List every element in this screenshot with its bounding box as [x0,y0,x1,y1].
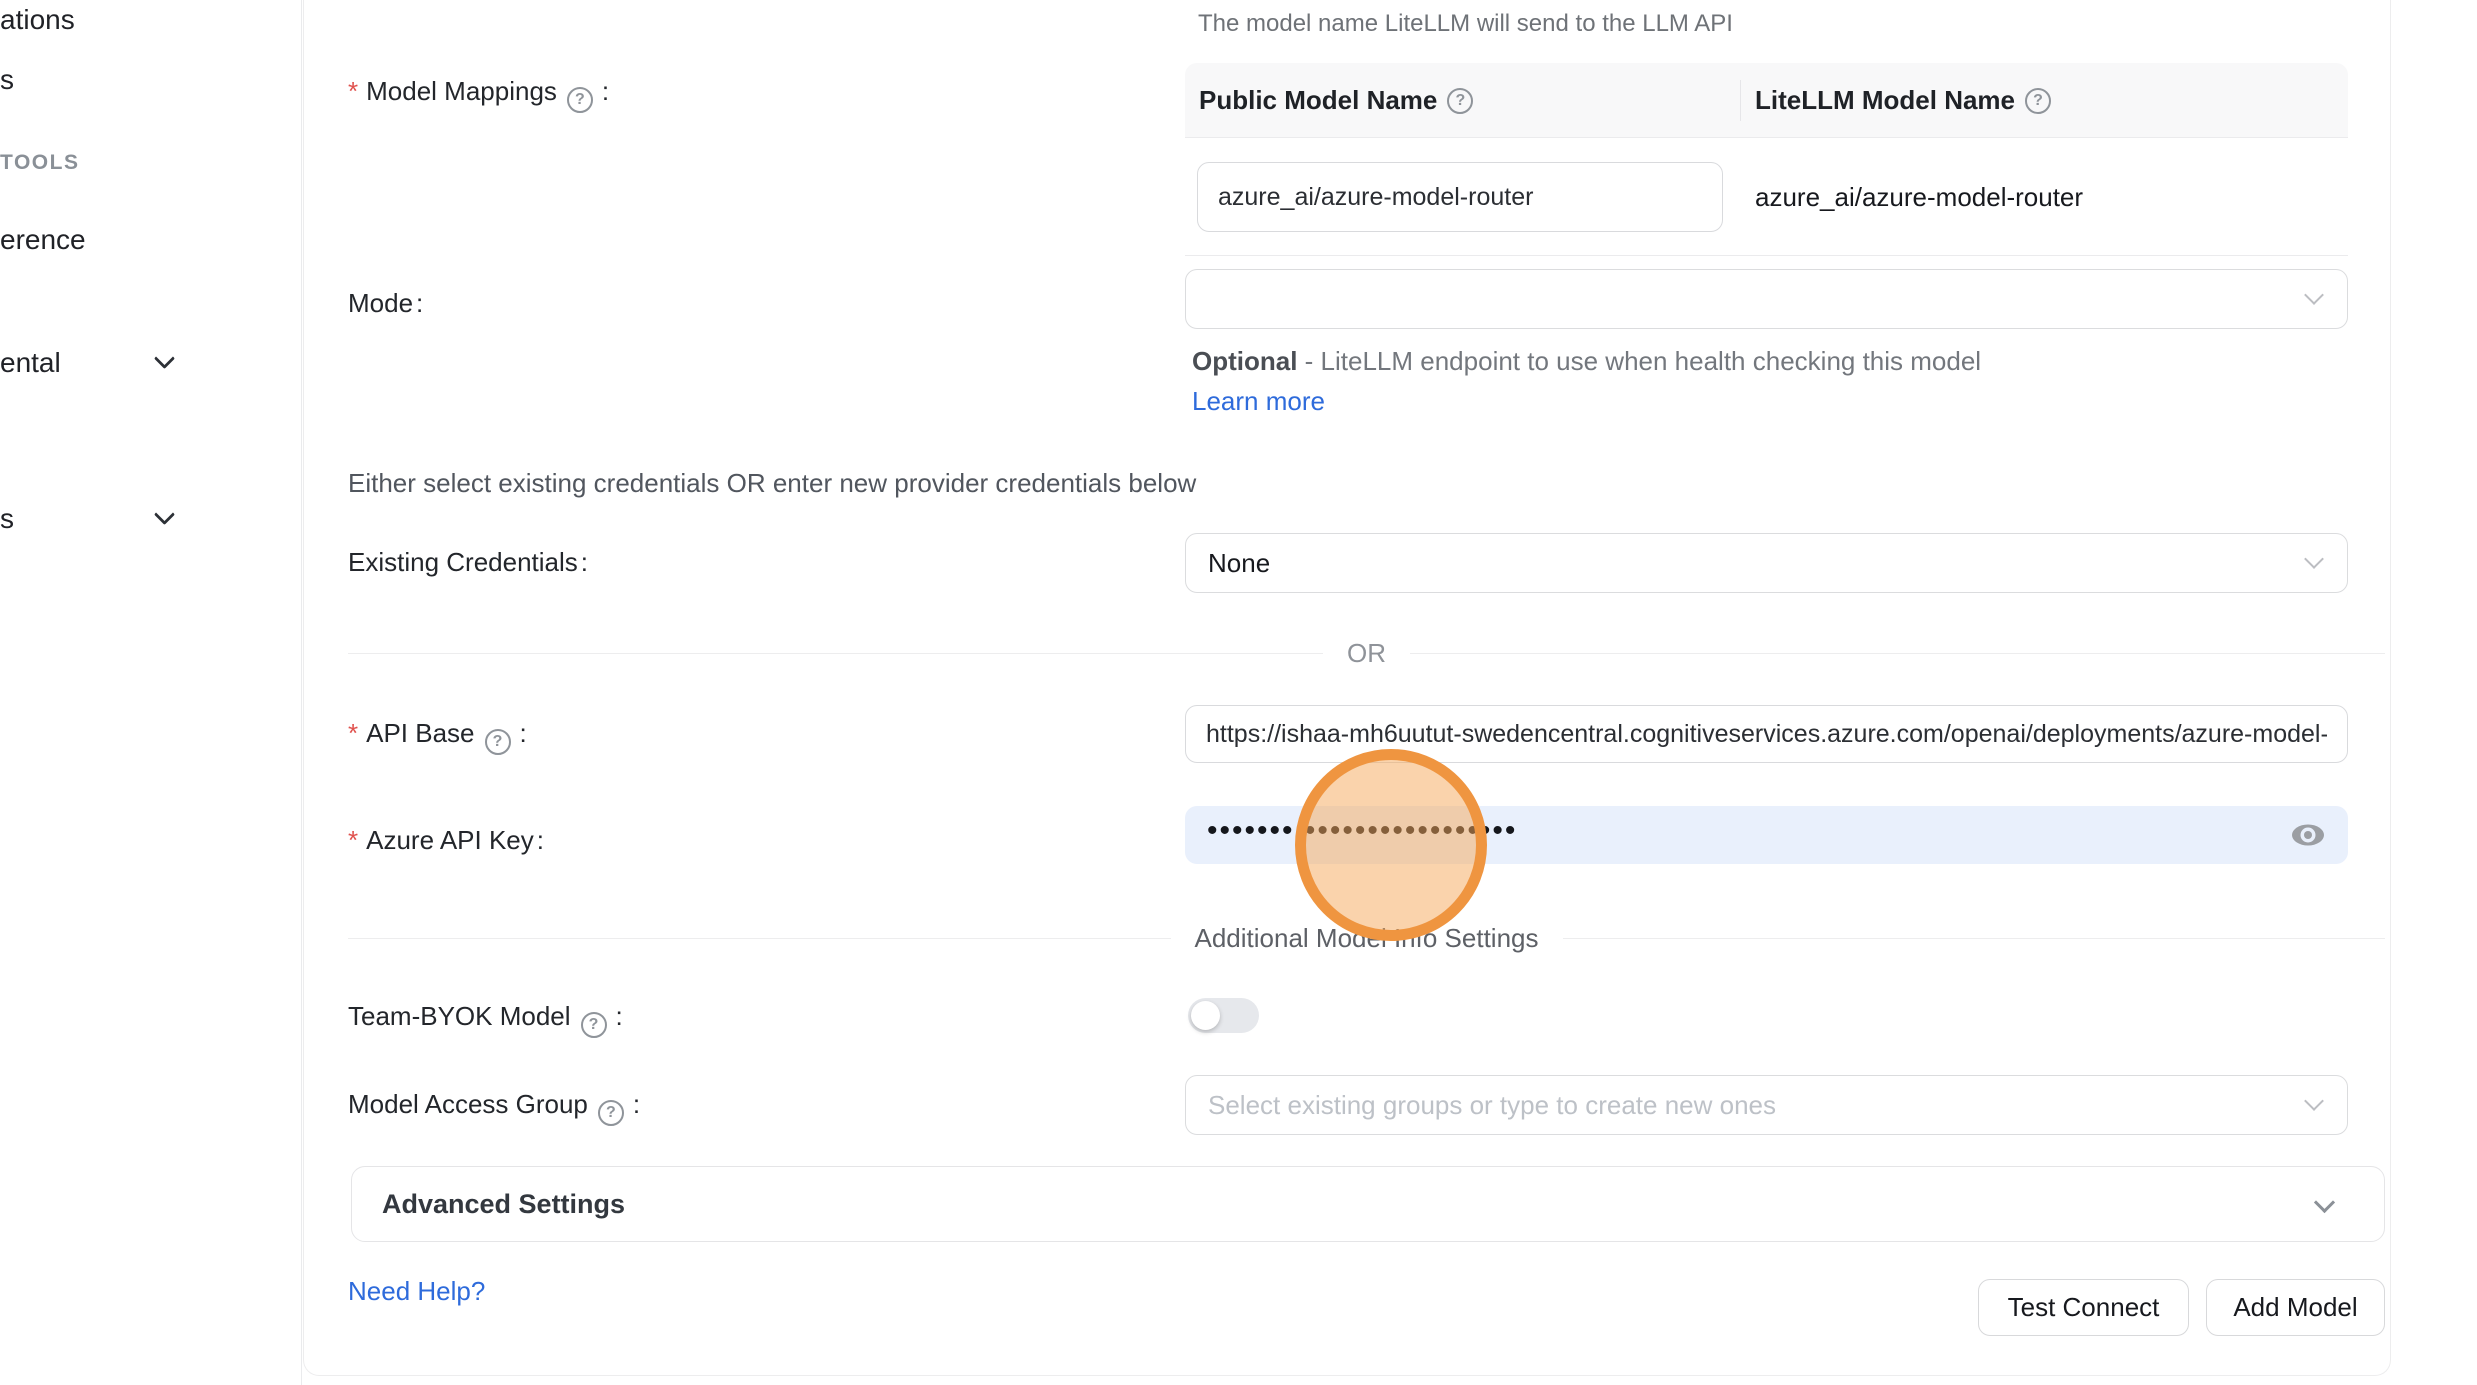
click-highlight-circle [1295,749,1487,941]
sidebar-item-settings[interactable]: s [0,503,14,535]
chevron-down-icon [2304,1091,2324,1111]
mode-helper-text: Optional - LiteLLM endpoint to use when … [1192,341,2052,421]
model-access-group-select[interactable]: Select existing groups or type to create… [1185,1075,2348,1135]
model-access-group-label: Model Access Group?: [348,1089,640,1126]
team-byok-label: Team-BYOK Model?: [348,1001,623,1038]
chevron-down-icon [2314,1192,2335,1213]
litellm-model-name-value: azure_ai/azure-model-router [1755,138,2083,256]
existing-credentials-select[interactable]: None [1185,533,2348,593]
toggle-knob [1191,1001,1220,1030]
help-icon[interactable]: ? [598,1100,624,1126]
mode-label: Mode: [348,288,423,319]
sidebar-item-inference[interactable]: erence [0,224,86,256]
mode-select[interactable] [1185,269,2348,329]
column-divider [1740,80,1741,121]
learn-more-link[interactable]: Learn more [1192,386,1325,416]
sidebar: ations s TOOLS erence ental s [0,0,302,1385]
help-icon[interactable]: ? [2025,88,2051,114]
add-model-button[interactable]: Add Model [2206,1279,2385,1336]
test-connect-button[interactable]: Test Connect [1978,1279,2189,1336]
sidebar-item-experimental[interactable]: ental [0,347,61,379]
sidebar-item-1[interactable]: s [0,64,14,96]
existing-credentials-label: Existing Credentials: [348,547,588,578]
required-asterisk: * [348,76,358,106]
help-icon[interactable]: ? [567,87,593,113]
chevron-down-icon [2304,285,2324,305]
chevron-down-icon [2304,549,2324,569]
table-header: Public Model Name? LiteLLM Model Name? [1185,63,2348,138]
or-divider: OR [348,640,2385,666]
help-icon[interactable]: ? [581,1012,607,1038]
column-header-litellm-model-name: LiteLLM Model Name? [1755,63,2051,138]
required-asterisk: * [348,825,358,855]
model-mappings-label: *Model Mappings?: [348,76,609,113]
chevron-down-icon[interactable] [154,348,175,369]
team-byok-toggle[interactable] [1188,998,1259,1033]
model-name-helper-text: The model name LiteLLM will send to the … [1198,10,1733,38]
eye-icon[interactable] [2290,818,2326,852]
sidebar-section-tools: TOOLS [0,151,79,175]
help-icon[interactable]: ? [1447,88,1473,114]
chevron-down-icon[interactable] [154,504,175,525]
column-header-public-model-name: Public Model Name? [1199,63,1473,138]
credentials-note: Either select existing credentials OR en… [348,468,1196,499]
sidebar-item-organizations[interactable]: ations [0,4,75,36]
table-row: azure_ai/azure-model-router [1185,138,2348,256]
required-asterisk: * [348,718,358,748]
advanced-settings-title: Advanced Settings [382,1189,625,1220]
public-model-name-input[interactable] [1197,162,1723,232]
advanced-settings-panel[interactable]: Advanced Settings [351,1166,2385,1242]
azure-api-key-label: *Azure API Key: [348,825,544,856]
help-icon[interactable]: ? [485,729,511,755]
api-base-label: *API Base?: [348,718,527,755]
need-help-link[interactable]: Need Help? [348,1276,485,1307]
